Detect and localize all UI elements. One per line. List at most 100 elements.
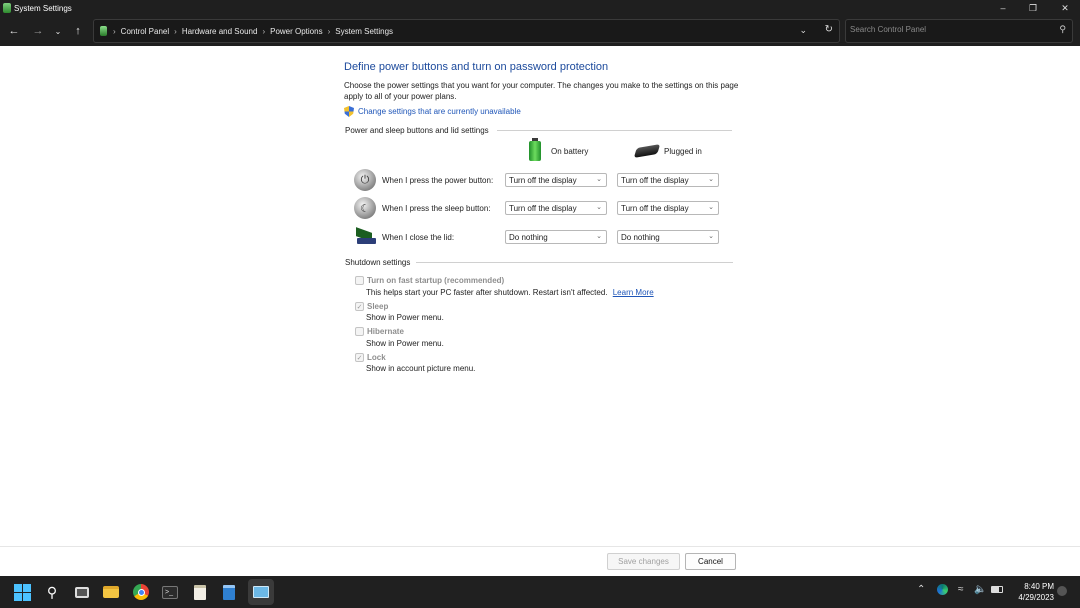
- notification-icon[interactable]: [1057, 586, 1067, 596]
- close-lid-battery-select[interactable]: Do nothing ⌄: [505, 230, 607, 244]
- power-button-battery-select[interactable]: Turn off the display ⌄: [505, 173, 607, 187]
- lock-checkbox[interactable]: ✓: [355, 353, 364, 362]
- control-panel-icon: [100, 26, 107, 36]
- power-plug-icon: [633, 144, 661, 158]
- breadcrumb-power-options[interactable]: Power Options: [270, 27, 322, 36]
- shield-icon: [344, 106, 354, 117]
- on-battery-header: On battery: [529, 138, 588, 161]
- section-divider: [416, 262, 733, 263]
- lock-option[interactable]: ✓ Lock: [355, 353, 386, 362]
- sleep-label: Sleep: [367, 302, 389, 311]
- forward-icon[interactable]: →: [29, 22, 47, 40]
- chevron-down-icon: ⌄: [596, 204, 602, 211]
- chevron-down-icon: ⌄: [708, 204, 714, 211]
- page-title: Define power buttons and turn on passwor…: [344, 61, 609, 73]
- save-changes-button[interactable]: Save changes: [607, 553, 680, 570]
- power-button-row: ⏻ When I press the power button:: [354, 168, 493, 192]
- notepad-blue-icon[interactable]: [219, 582, 239, 602]
- chevron-down-icon: ⌄: [708, 233, 714, 240]
- fast-startup-label: Turn on fast startup (recommended): [367, 276, 505, 285]
- sleep-button-plugged-select[interactable]: Turn off the display ⌄: [617, 201, 719, 215]
- chevron-right-icon: ›: [174, 26, 177, 36]
- power-button-label: When I press the power button:: [382, 175, 494, 185]
- select-value: Do nothing: [509, 232, 548, 242]
- start-windows-icon[interactable]: [12, 582, 32, 602]
- button-bar: Save changes Cancel: [0, 546, 1080, 576]
- hibernate-label: Hibernate: [367, 327, 404, 336]
- back-icon[interactable]: ←: [5, 22, 23, 40]
- fast-startup-description: This helps start your PC faster after sh…: [366, 288, 654, 297]
- lock-description: Show in account picture menu.: [366, 364, 476, 373]
- up-icon[interactable]: ↑: [69, 22, 87, 40]
- breadcrumb-system-settings[interactable]: System Settings: [335, 27, 393, 36]
- learn-more-link[interactable]: Learn More: [613, 288, 654, 297]
- battery-icon[interactable]: [991, 584, 1003, 593]
- power-icon: ⏻: [354, 169, 376, 191]
- taskbar: ⚲ >_ ⌃ ≈ 🔈 8:40 PM 4/29/2023: [0, 576, 1080, 608]
- close-lid-row: When I close the lid:: [354, 225, 454, 249]
- sleep-button-label: When I press the sleep button:: [382, 203, 491, 213]
- file-explorer-icon[interactable]: [101, 582, 121, 602]
- sleep-option[interactable]: ✓ Sleep: [355, 302, 388, 311]
- clock-time: 8:40 PM: [1024, 582, 1054, 591]
- fast-startup-sub: This helps start your PC faster after sh…: [366, 288, 608, 297]
- terminal-icon[interactable]: >_: [160, 582, 180, 602]
- search-box[interactable]: ⚲: [845, 19, 1073, 43]
- power-button-plugged-select[interactable]: Turn off the display ⌄: [617, 173, 719, 187]
- chrome-icon[interactable]: [131, 582, 151, 602]
- window-title: System Settings: [14, 3, 72, 13]
- control-panel-taskbar-icon[interactable]: [251, 582, 271, 602]
- navigation-bar: ← → ⌄ ↑ › Control Panel › Hardware and S…: [0, 16, 1080, 46]
- cancel-button[interactable]: Cancel: [685, 553, 736, 570]
- task-view-icon[interactable]: [72, 582, 92, 602]
- plugged-in-header: Plugged in: [633, 144, 702, 158]
- hibernate-checkbox[interactable]: [355, 327, 364, 336]
- sleep-description: Show in Power menu.: [366, 313, 444, 322]
- chevron-down-icon: ⌄: [708, 176, 714, 183]
- breadcrumb-hardware-and-sound[interactable]: Hardware and Sound: [182, 27, 258, 36]
- search-icon[interactable]: ⚲: [42, 582, 62, 602]
- plugged-in-label: Plugged in: [664, 146, 702, 156]
- refresh-icon[interactable]: ↻: [825, 24, 833, 35]
- chevron-right-icon: ›: [327, 26, 331, 36]
- minimize-button[interactable]: –: [988, 0, 1018, 16]
- change-settings-link[interactable]: Change settings that are currently unava…: [358, 107, 521, 116]
- clock-date: 4/29/2023: [1018, 593, 1054, 602]
- lock-label: Lock: [367, 353, 386, 362]
- change-settings-link-row[interactable]: Change settings that are currently unava…: [344, 106, 521, 117]
- close-button[interactable]: ✕: [1050, 0, 1080, 16]
- chevron-right-icon: ›: [262, 26, 266, 36]
- fast-startup-checkbox[interactable]: [355, 276, 364, 285]
- recent-locations-chevron-icon[interactable]: ⌄: [49, 22, 67, 40]
- search-input[interactable]: [850, 25, 1050, 34]
- section-divider: [497, 130, 732, 131]
- sleep-checkbox[interactable]: ✓: [355, 302, 364, 311]
- notepad-icon[interactable]: [190, 582, 210, 602]
- sleep-button-row: ☾ When I press the sleep button:: [354, 196, 491, 220]
- hibernate-option[interactable]: Hibernate: [355, 327, 404, 336]
- volume-icon[interactable]: 🔈: [974, 584, 986, 595]
- select-value: Turn off the display: [509, 203, 577, 213]
- edge-icon[interactable]: [937, 584, 948, 595]
- chevron-down-icon: ⌄: [596, 233, 602, 240]
- show-hidden-icons-chevron-icon[interactable]: ⌃: [917, 584, 925, 595]
- hibernate-description: Show in Power menu.: [366, 339, 444, 348]
- fast-startup-option[interactable]: Turn on fast startup (recommended): [355, 276, 504, 285]
- title-bar: System Settings – ❐ ✕: [0, 0, 1080, 16]
- breadcrumb-control-panel[interactable]: Control Panel: [121, 27, 169, 36]
- clock[interactable]: 8:40 PM 4/29/2023: [1010, 581, 1054, 603]
- main-content: Define power buttons and turn on passwor…: [0, 46, 1080, 546]
- address-dropdown-icon[interactable]: ⌄: [799, 25, 807, 36]
- battery-icon: [529, 138, 541, 161]
- sleep-button-battery-select[interactable]: Turn off the display ⌄: [505, 201, 607, 215]
- address-bar[interactable]: › Control Panel › Hardware and Sound › P…: [93, 19, 840, 43]
- power-section-title: Power and sleep buttons and lid settings: [345, 126, 489, 135]
- restore-button[interactable]: ❐: [1018, 0, 1048, 16]
- search-icon[interactable]: ⚲: [1059, 24, 1066, 35]
- close-lid-label: When I close the lid:: [382, 232, 455, 242]
- wifi-icon[interactable]: ≈: [958, 584, 964, 595]
- select-value: Turn off the display: [621, 203, 689, 213]
- close-lid-plugged-select[interactable]: Do nothing ⌄: [617, 230, 719, 244]
- page-description: Choose the power settings that you want …: [344, 81, 739, 101]
- control-panel-icon: [3, 3, 11, 13]
